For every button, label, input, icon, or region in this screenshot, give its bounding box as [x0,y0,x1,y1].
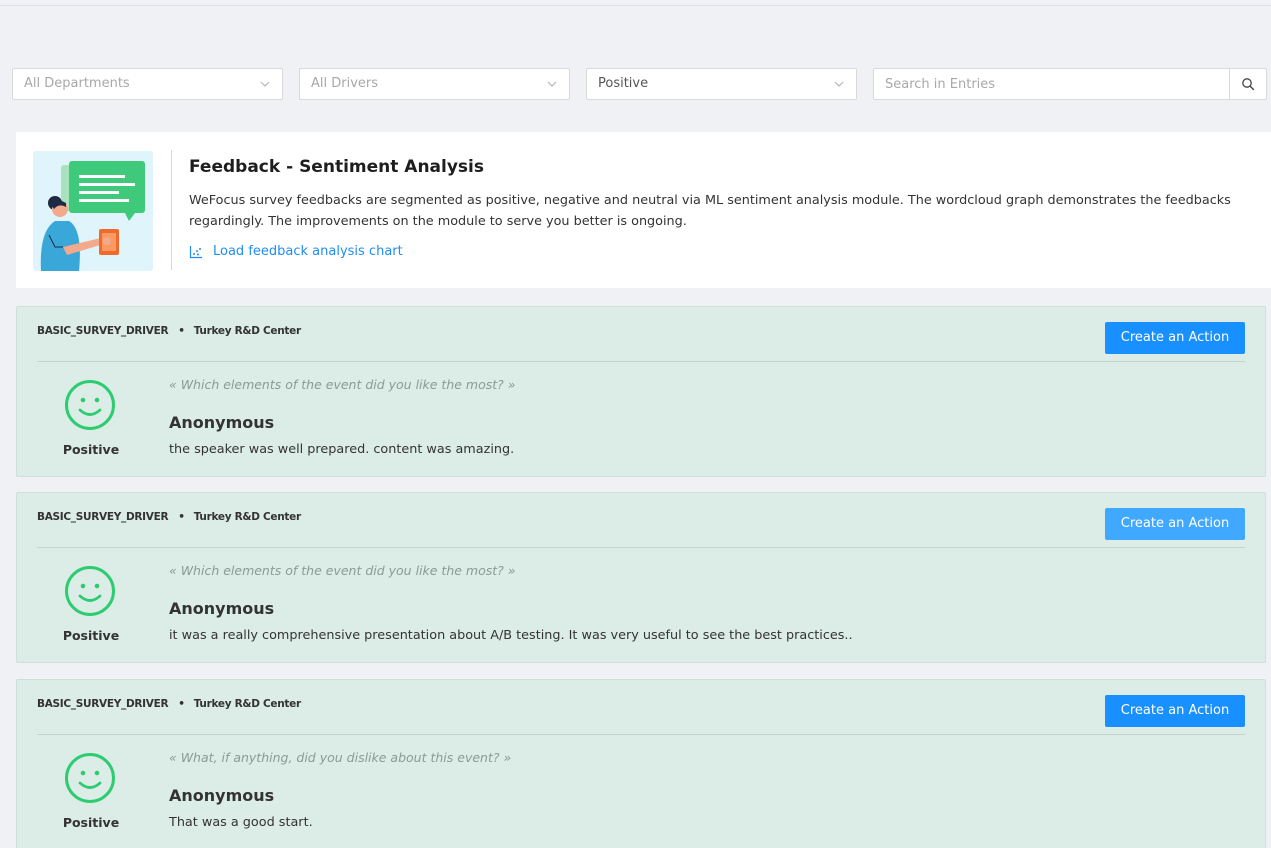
entry-driver: BASIC_SURVEY_DRIVER [37,511,169,523]
top-divider [0,5,1271,6]
entry-meta: BASIC_SURVEY_DRIVER • Turkey R&D Center [37,698,301,710]
sentiment-select[interactable]: Positive [586,68,857,100]
chevron-down-icon [834,81,844,87]
feedback-entry: BASIC_SURVEY_DRIVER • Turkey R&D Center … [16,306,1266,477]
smiley-icon [65,566,115,616]
entry-question: « Which elements of the event did you li… [169,377,516,392]
search-button[interactable] [1229,68,1267,100]
entry-answer: That was a good start. [169,815,313,830]
entry-author: Anonymous [169,413,275,432]
sentiment-label: Positive [62,442,120,457]
entry-department: Turkey R&D Center [193,511,301,523]
search-icon [1242,78,1255,91]
meta-separator: • [178,511,185,523]
info-title: Feedback - Sentiment Analysis [189,157,484,177]
entry-answer: it was a really comprehensive presentati… [169,628,853,643]
entry-divider [37,547,1245,548]
chevron-down-icon [547,81,557,87]
entry-question: « Which elements of the event did you li… [169,563,516,578]
sentiment-info-card: Feedback - Sentiment Analysis WeFocus su… [16,132,1271,288]
sentiment-select-value: Positive [598,76,649,91]
sentiment-label: Positive [62,815,120,830]
sentiment-label: Positive [62,628,120,643]
entry-divider [37,361,1245,362]
feedback-illustration [33,151,153,271]
smiley-icon [65,380,115,430]
info-divider [171,150,172,270]
meta-separator: • [178,698,185,710]
entry-driver: BASIC_SURVEY_DRIVER [37,698,169,710]
entry-question: « What, if anything, did you dislike abo… [169,750,512,765]
load-chart-link[interactable]: Load feedback analysis chart [189,244,403,259]
search-input[interactable] [873,68,1230,100]
smiley-icon [65,753,115,803]
create-action-button[interactable]: Create an Action [1105,508,1245,540]
chart-icon [189,245,202,258]
load-chart-link-label: Load feedback analysis chart [213,244,403,259]
feedback-entry: BASIC_SURVEY_DRIVER • Turkey R&D Center … [16,679,1266,848]
entry-answer: the speaker was well prepared. content w… [169,442,515,457]
create-action-button[interactable]: Create an Action [1105,695,1245,727]
entry-divider [37,734,1245,735]
search-box [873,68,1267,100]
department-select-value: All Departments [24,76,130,91]
entry-author: Anonymous [169,599,275,618]
entry-meta: BASIC_SURVEY_DRIVER • Turkey R&D Center [37,511,301,523]
entry-driver: BASIC_SURVEY_DRIVER [37,325,169,337]
driver-select[interactable]: All Drivers [299,68,570,100]
entry-department: Turkey R&D Center [193,698,301,710]
filter-bar: All Departments All Drivers Positive [12,68,1267,100]
create-action-button[interactable]: Create an Action [1105,322,1245,354]
entry-meta: BASIC_SURVEY_DRIVER • Turkey R&D Center [37,325,301,337]
feedback-entry: BASIC_SURVEY_DRIVER • Turkey R&D Center … [16,492,1266,663]
chevron-down-icon [260,81,270,87]
entry-author: Anonymous [169,786,275,805]
driver-select-value: All Drivers [311,76,379,91]
department-select[interactable]: All Departments [12,68,283,100]
info-description: WeFocus survey feedbacks are segmented a… [189,193,1231,229]
meta-separator: • [178,325,185,337]
entry-department: Turkey R&D Center [193,325,301,337]
